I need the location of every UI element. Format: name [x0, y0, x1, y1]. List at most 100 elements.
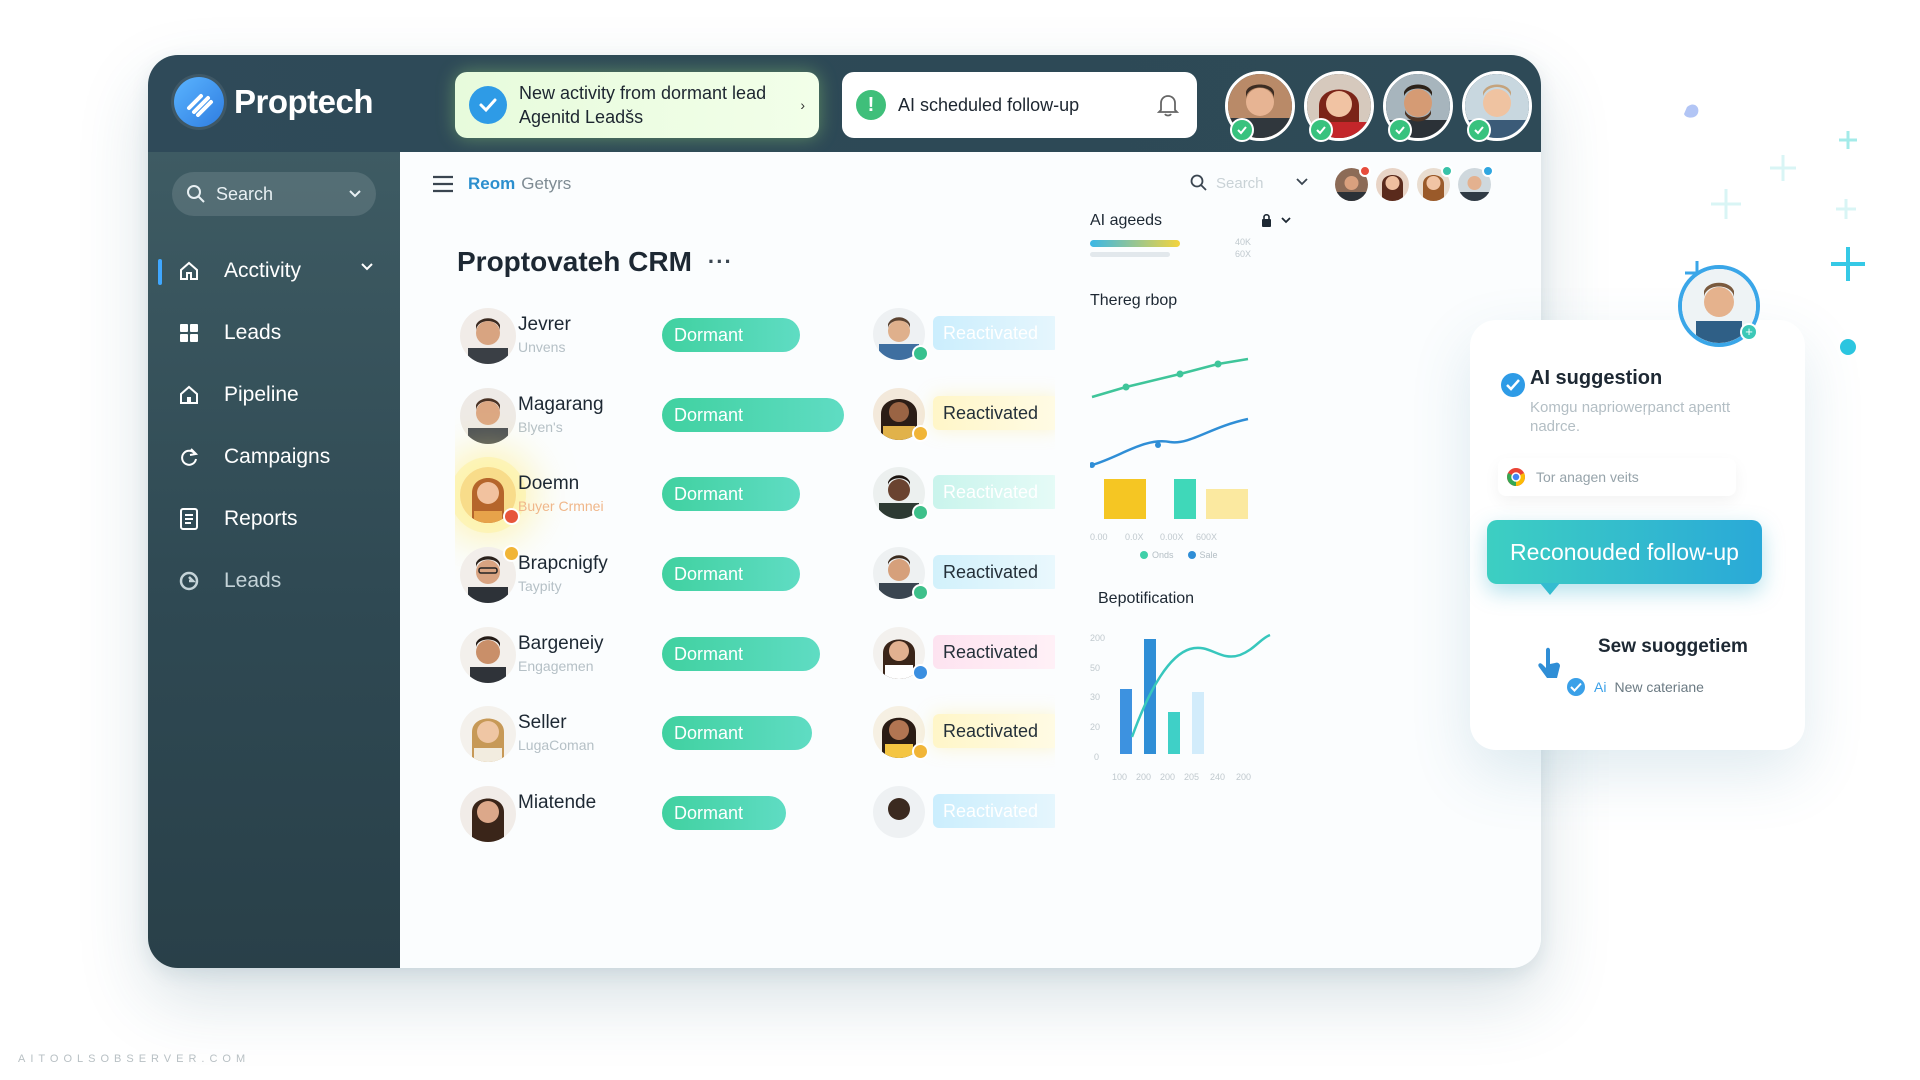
axis-label: 240	[1210, 772, 1226, 782]
avatar[interactable]	[460, 786, 516, 842]
status-badge[interactable]: Dormant	[662, 637, 820, 671]
avatar[interactable]	[1335, 165, 1371, 201]
table-row[interactable]: Jevrer Unvens Dormant Reactivated	[455, 302, 1055, 382]
chart-legend: Onds Sale	[1140, 550, 1218, 560]
sidebar-item-label: Acctivity	[224, 259, 302, 282]
status-badge[interactable]: Dormant	[662, 796, 786, 830]
leads-table: Jevrer Unvens Dormant Reactivated Magara…	[455, 302, 1055, 843]
logo-icon	[174, 77, 224, 127]
sidebar-nav: Acctivity Leads Pipeline Campaigns Repor…	[148, 240, 400, 612]
avatar[interactable]	[873, 627, 929, 681]
status-dot	[912, 345, 929, 362]
status-badge[interactable]: Dormant	[662, 716, 812, 750]
table-row[interactable]: Seller LugaComan Dormant Reactivated	[455, 700, 1055, 780]
axis-label: 0.00	[1090, 532, 1108, 542]
avatar[interactable]	[460, 388, 516, 444]
header-search[interactable]: Search	[1190, 174, 1264, 192]
status-badge[interactable]: Dormant	[662, 398, 844, 432]
table-row[interactable]: Magarang Blyen's Dormant Reactivated	[455, 382, 1055, 462]
sidebar-item-reports[interactable]: Reports	[148, 488, 400, 550]
avatar[interactable]	[460, 545, 520, 603]
table-row[interactable]: Doemn Buyer Crmnei Dormant Reactivated	[455, 461, 1055, 541]
status-badge[interactable]: Dormant	[662, 477, 800, 511]
sidebar-item-leads[interactable]: Leads	[148, 302, 400, 364]
avatar[interactable]	[1458, 165, 1494, 201]
avatar[interactable]	[1304, 71, 1374, 142]
sidebar-item-activity[interactable]: Acctivity	[148, 240, 400, 302]
avatar[interactable]	[1462, 71, 1532, 142]
avatar[interactable]	[460, 467, 520, 525]
recommended-followup-button[interactable]: Reconouded follow-up	[1487, 520, 1762, 584]
avatar[interactable]	[873, 706, 929, 760]
touch-icon	[1538, 647, 1560, 678]
lock-icon[interactable]	[1260, 212, 1296, 230]
more-options-icon[interactable]: ···	[708, 249, 733, 275]
avatar[interactable]	[1383, 71, 1453, 142]
avatar[interactable]	[460, 706, 516, 762]
sidebar-search[interactable]: Search	[172, 172, 376, 216]
breadcrumb: Reom Getyrs	[432, 174, 571, 194]
ai-suggestion-title: AI suggestion	[1530, 367, 1663, 389]
check-icon	[1467, 118, 1491, 142]
chevron-down-icon	[349, 190, 361, 198]
reactivated-badge[interactable]: Reactivated	[933, 794, 1055, 828]
sidebar-item-campaigns[interactable]: Campaigns	[148, 426, 400, 488]
sub-suggestion-row[interactable]: Ai New cateriane	[1566, 677, 1704, 697]
avatar[interactable]	[873, 388, 929, 442]
notification-ai-followup[interactable]: ! AI scheduled follow-up	[842, 72, 1197, 138]
axis-label: 0.0X	[1125, 532, 1144, 542]
reactivated-badge[interactable]: Reactivated	[933, 316, 1055, 350]
chevron-down-icon[interactable]	[1295, 177, 1309, 187]
lead-name: Bargeneiy	[518, 633, 604, 654]
reactivated-badge[interactable]: Reactivated	[933, 555, 1055, 589]
avatar[interactable]	[873, 547, 929, 601]
lead-subtitle: Buyer Crmnei	[518, 498, 604, 514]
ai-source-chip[interactable]: Tor anagen veits	[1498, 458, 1736, 496]
status-dot	[912, 664, 929, 681]
ai-progress-bar	[1090, 240, 1180, 247]
axis-label: 205	[1184, 772, 1200, 782]
app-logo[interactable]: Proptech	[174, 77, 374, 127]
avatar[interactable]	[460, 308, 516, 364]
reactivated-badge[interactable]: Reactivated	[933, 635, 1055, 669]
status-badge[interactable]: Dormant	[662, 318, 800, 352]
avatar[interactable]	[873, 467, 929, 521]
status-dot	[912, 425, 929, 442]
table-row[interactable]: Miatende Dormant Reactivated	[455, 780, 1055, 843]
chevron-down-icon[interactable]	[360, 262, 374, 272]
avatar[interactable]	[1417, 165, 1453, 201]
notification-line-1: New activity from dormant lead	[519, 83, 767, 103]
refresh-circle-icon	[178, 570, 200, 592]
avatar[interactable]	[1225, 71, 1295, 142]
reactivated-badge[interactable]: Reactivated	[933, 396, 1055, 430]
watermark: AITOOLSOBSERVER.COM	[18, 1053, 251, 1065]
bell-icon[interactable]	[1157, 93, 1179, 117]
app-name: Proptech	[234, 83, 374, 120]
avatar[interactable]	[873, 308, 929, 362]
menu-icon[interactable]	[432, 175, 454, 193]
table-row[interactable]: Bargeneiy Engagemen Dormant Reactivated	[455, 621, 1055, 701]
avatar[interactable]	[460, 627, 516, 683]
ai-assistant-avatar[interactable]: +	[1678, 265, 1760, 347]
notification-text: New activity from dormant lead Agenitd L…	[519, 81, 766, 129]
breadcrumb-secondary[interactable]: Getyrs	[521, 174, 571, 193]
avatar[interactable]	[873, 786, 925, 838]
reactivated-badge[interactable]: Reactivated	[933, 714, 1055, 748]
warning-icon: !	[856, 90, 886, 120]
sidebar-item-pipeline[interactable]: Pipeline	[148, 364, 400, 426]
status-badge[interactable]: Dormant	[662, 557, 800, 591]
sidebar-item-leads-secondary[interactable]: Leads	[148, 550, 400, 612]
avatar[interactable]	[1376, 168, 1409, 201]
lead-subtitle: Unvens	[518, 339, 566, 355]
axis-label: 30	[1090, 692, 1101, 702]
table-row[interactable]: Brapcnigfy Taypity Dormant Reactivated	[455, 541, 1055, 621]
notification-dormant-lead[interactable]: New activity from dormant lead Agenitd L…	[455, 72, 819, 138]
notification-dot	[1482, 165, 1494, 177]
reactivated-badge[interactable]: Reactivated	[933, 475, 1055, 509]
page-title-text: Proptovateh CRM	[457, 246, 692, 277]
search-label: Search	[216, 183, 274, 204]
sidebar-item-label: Reports	[224, 507, 298, 530]
breadcrumb-primary[interactable]: Reom	[468, 174, 515, 193]
app-window: Proptech New activity from dormant lead …	[148, 55, 1541, 968]
chrome-icon	[1507, 468, 1525, 486]
